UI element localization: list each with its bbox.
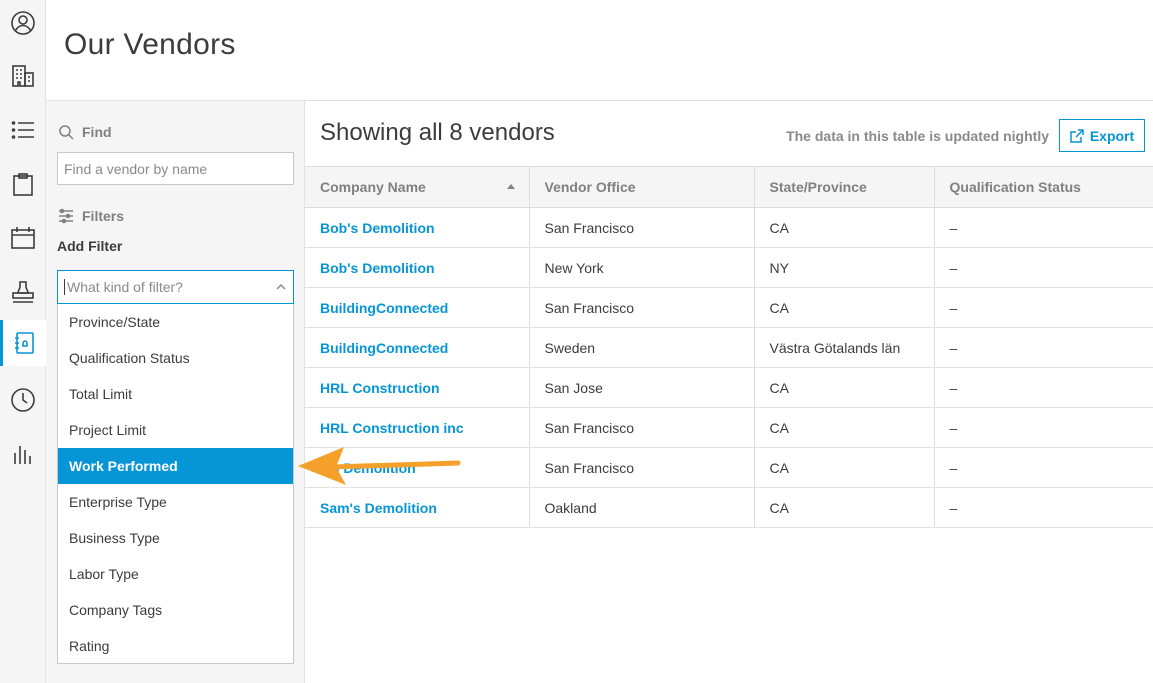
filter-option-rating[interactable]: Rating — [58, 628, 293, 664]
company-link[interactable]: HRL Construction — [305, 367, 530, 408]
state-cell: Västra Götalands län — [754, 327, 935, 368]
table-row: Bob's Demolition New York NY – — [305, 247, 1153, 288]
filter-option-work-performed[interactable]: Work Performed — [58, 448, 293, 484]
chevron-up-icon[interactable] — [275, 281, 287, 293]
bar-chart-icon — [14, 446, 31, 464]
user-circle-icon — [11, 11, 35, 35]
add-filter-label: Add Filter — [57, 238, 123, 254]
state-cell: CA — [754, 487, 935, 528]
state-cell: NY — [754, 247, 935, 288]
list-icon — [11, 121, 34, 139]
vendor-table-section: Showing all 8 vendors The data in this t… — [305, 101, 1153, 683]
filters-label: Filters — [58, 208, 124, 224]
vendor-office-cell: New York — [529, 247, 755, 288]
vendor-office-cell: San Francisco — [529, 287, 755, 328]
qualification-cell: – — [934, 367, 1153, 408]
clipboard-icon — [13, 173, 33, 196]
column-header-vendor-office[interactable]: Vendor Office — [529, 166, 755, 208]
vendor-directory-icon — [14, 332, 34, 354]
page-title: Our Vendors — [64, 28, 236, 61]
calendar-icon — [11, 227, 35, 249]
company-link[interactable]: HRL Construction inc — [305, 407, 530, 448]
table-row: HRL Construction San Jose CA – — [305, 367, 1153, 408]
icon-rail — [0, 0, 46, 683]
rail-item-stamp[interactable] — [0, 269, 46, 315]
column-header-label: Company Name — [320, 179, 426, 195]
find-label: Find — [58, 124, 112, 140]
find-label-text: Find — [82, 124, 112, 140]
export-button[interactable]: Export — [1059, 119, 1145, 152]
company-link[interactable]: BuildingConnected — [305, 287, 530, 328]
rail-item-calendar[interactable] — [0, 215, 46, 261]
column-header-company-name[interactable]: Company Name — [305, 166, 530, 208]
state-cell: CA — [754, 447, 935, 488]
qualification-cell: – — [934, 487, 1153, 528]
external-link-icon — [1070, 128, 1084, 143]
stamp-icon — [12, 281, 34, 303]
vendor-count-heading: Showing all 8 vendors — [320, 119, 555, 146]
state-cell: CA — [754, 367, 935, 408]
qualification-cell: – — [934, 247, 1153, 288]
column-header-state-province[interactable]: State/Province — [754, 166, 935, 208]
table-row: BuildingConnected San Francisco CA – — [305, 287, 1153, 328]
rail-item-clipboard[interactable] — [0, 161, 46, 207]
state-cell: CA — [754, 207, 935, 248]
filter-option-enterprise-type[interactable]: Enterprise Type — [58, 484, 293, 520]
update-note: The data in this table is updated nightl… — [786, 128, 1049, 144]
vendor-office-cell: Sweden — [529, 327, 755, 368]
rail-item-vendors[interactable] — [0, 320, 46, 366]
annotation-arrow-icon — [298, 447, 461, 485]
rail-item-history[interactable] — [0, 377, 46, 423]
rail-item-companies[interactable] — [0, 53, 46, 99]
rail-item-profile[interactable] — [0, 0, 46, 46]
filter-option-total-limit[interactable]: Total Limit — [58, 376, 293, 412]
filter-option-business-type[interactable]: Business Type — [58, 520, 293, 556]
table-row: Bob's Demolition San Francisco CA – — [305, 207, 1153, 248]
search-icon — [59, 125, 74, 140]
vendor-office-cell: San Francisco — [529, 407, 755, 448]
qualification-cell: – — [934, 207, 1153, 248]
filter-option-company-tags[interactable]: Company Tags — [58, 592, 293, 628]
export-button-label: Export — [1089, 127, 1135, 144]
filter-panel: Find Filters Add Filter Province/State Q… — [46, 101, 305, 683]
clock-icon — [11, 388, 35, 412]
qualification-cell: – — [934, 407, 1153, 448]
table-header-row: Company Name Vendor Office State/Provinc… — [305, 166, 1153, 208]
vendor-office-cell: San Francisco — [529, 447, 755, 488]
filter-type-dropdown: Province/State Qualification Status Tota… — [57, 304, 294, 664]
vendor-office-cell: Oakland — [529, 487, 755, 528]
filter-type-input[interactable] — [64, 279, 275, 295]
filter-option-qualification-status[interactable]: Qualification Status — [58, 340, 293, 376]
qualification-cell: – — [934, 327, 1153, 368]
building-icon — [12, 65, 34, 87]
filter-option-province-state[interactable]: Province/State — [58, 304, 293, 340]
qualification-cell: – — [934, 447, 1153, 488]
filter-option-labor-type[interactable]: Labor Type — [58, 556, 293, 592]
company-link[interactable]: Sam's Demolition — [305, 487, 530, 528]
company-link[interactable]: Bob's Demolition — [305, 207, 530, 248]
company-link[interactable]: Bob's Demolition — [305, 247, 530, 288]
sliders-icon — [59, 208, 73, 224]
vendor-office-cell: San Jose — [529, 367, 755, 408]
state-cell: CA — [754, 407, 935, 448]
filter-type-select[interactable] — [57, 270, 294, 304]
filter-option-project-limit[interactable]: Project Limit — [58, 412, 293, 448]
company-link[interactable]: BuildingConnected — [305, 327, 530, 368]
filters-label-text: Filters — [82, 208, 125, 224]
rail-item-list[interactable] — [0, 107, 46, 153]
rail-item-analytics[interactable] — [0, 431, 46, 477]
vendor-search-input[interactable] — [57, 152, 294, 185]
vendor-office-cell: San Francisco — [529, 207, 755, 248]
state-cell: CA — [754, 287, 935, 328]
sort-ascending-icon — [506, 184, 515, 189]
table-row: HRL Construction inc San Francisco CA – — [305, 407, 1153, 448]
table-row: Sam's Demolition Oakland CA – — [305, 487, 1153, 528]
table-row: BuildingConnected Sweden Västra Götaland… — [305, 327, 1153, 368]
qualification-cell: – — [934, 287, 1153, 328]
column-header-qualification-status[interactable]: Qualification Status — [934, 166, 1153, 208]
